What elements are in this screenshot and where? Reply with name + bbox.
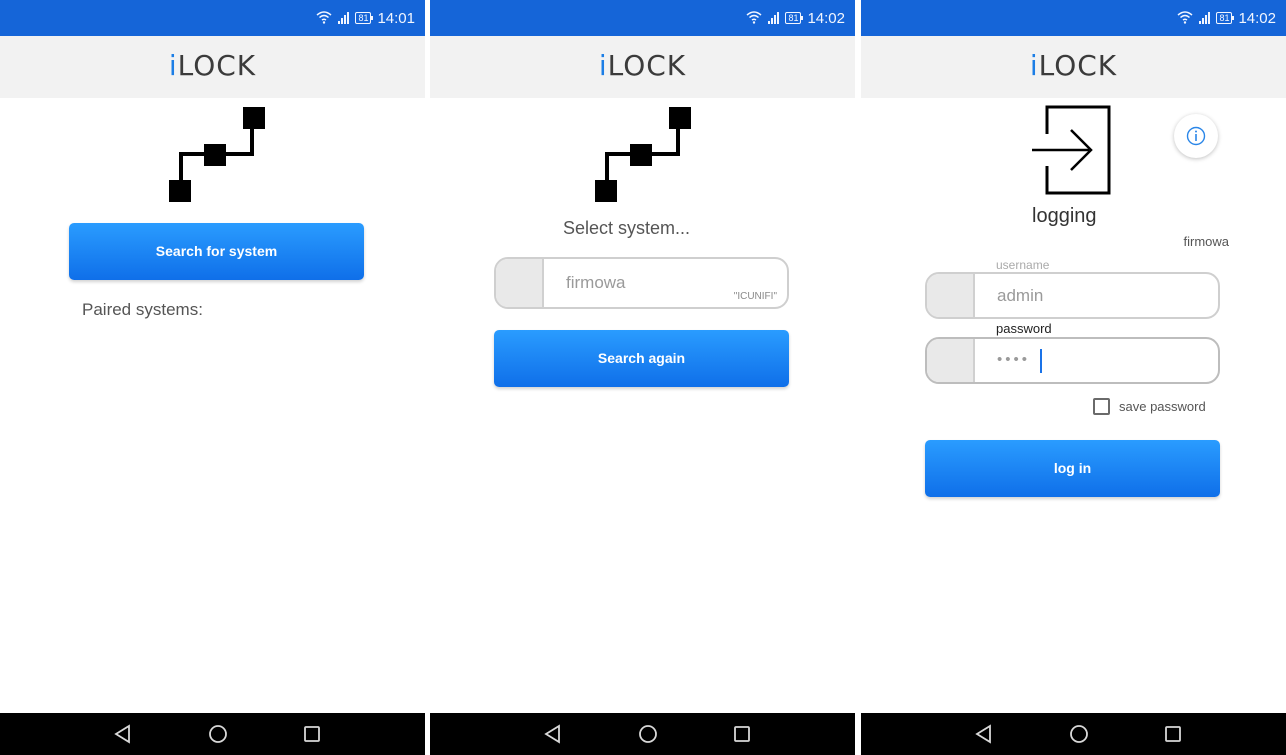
- system-select-note: "ICUNIFI": [733, 291, 777, 302]
- battery-icon: 81: [785, 12, 804, 24]
- recent-square-icon[interactable]: [1160, 721, 1186, 747]
- screen-search-system: 81 14:01 iLOCK Search for system Paired …: [0, 0, 425, 755]
- app-brand: iLOCK: [1029, 49, 1118, 82]
- signal-icon: [1199, 12, 1211, 24]
- back-triangle-icon[interactable]: [110, 721, 136, 747]
- screen-select-system: 81 14:02 iLOCK Select system... firmowa …: [430, 0, 855, 755]
- status-time: 14:02: [807, 9, 845, 27]
- log-in-button[interactable]: log in: [925, 440, 1220, 497]
- status-bar: 81 14:02: [861, 0, 1286, 36]
- enter-door-icon: [1031, 104, 1113, 196]
- info-icon[interactable]: [1174, 114, 1218, 158]
- text-caret: [1040, 349, 1042, 373]
- recent-square-icon[interactable]: [299, 721, 325, 747]
- back-triangle-icon[interactable]: [540, 721, 566, 747]
- save-password-label: save password: [1119, 399, 1206, 414]
- system-select-field[interactable]: firmowa "ICUNIFI": [494, 257, 789, 309]
- status-time: 14:01: [377, 9, 415, 27]
- search-for-system-button[interactable]: Search for system: [69, 223, 364, 280]
- status-time: 14:02: [1238, 9, 1276, 27]
- field-tab: [927, 274, 975, 317]
- nav-bar: [430, 713, 855, 755]
- app-brand: iLOCK: [598, 49, 687, 82]
- wifi-icon: [746, 10, 762, 26]
- app-bar: iLOCK: [861, 36, 1286, 98]
- screen-login: 81 14:02 iLOCK logging firmowa username …: [861, 0, 1286, 755]
- paired-systems-label: Paired systems:: [82, 300, 203, 319]
- save-password-checkbox[interactable]: [1093, 398, 1110, 415]
- nav-bar: [861, 713, 1286, 755]
- recent-square-icon[interactable]: [729, 721, 755, 747]
- system-select-value: firmowa: [566, 273, 626, 292]
- username-value: admin: [997, 286, 1044, 305]
- app-brand: iLOCK: [168, 49, 257, 82]
- signal-icon: [338, 12, 350, 24]
- search-again-button[interactable]: Search again: [494, 330, 789, 387]
- back-triangle-icon[interactable]: [971, 721, 997, 747]
- field-tab: [927, 339, 975, 382]
- app-bar: iLOCK: [430, 36, 855, 98]
- select-system-label: Select system...: [563, 218, 691, 238]
- app-bar: iLOCK: [0, 36, 425, 98]
- field-tab: [496, 259, 544, 307]
- home-circle-icon[interactable]: [1066, 721, 1092, 747]
- home-circle-icon[interactable]: [635, 721, 661, 747]
- signal-icon: [768, 12, 780, 24]
- status-bar: 81 14:01: [0, 0, 425, 36]
- password-field[interactable]: ••••: [925, 337, 1220, 384]
- status-bar: 81 14:02: [430, 0, 855, 36]
- wifi-icon: [1177, 10, 1193, 26]
- username-label: username: [996, 258, 1050, 272]
- password-value: ••••: [997, 351, 1031, 368]
- system-name: firmowa: [1183, 234, 1229, 249]
- circuit-logo-icon: [592, 104, 702, 204]
- home-circle-icon[interactable]: [205, 721, 231, 747]
- username-field[interactable]: admin: [925, 272, 1220, 319]
- circuit-logo-icon: [166, 104, 276, 204]
- battery-icon: 81: [1216, 12, 1235, 24]
- logging-title: logging: [1032, 205, 1097, 227]
- nav-bar: [0, 713, 425, 755]
- battery-icon: 81: [355, 12, 374, 24]
- password-label: password: [996, 321, 1052, 336]
- wifi-icon: [316, 10, 332, 26]
